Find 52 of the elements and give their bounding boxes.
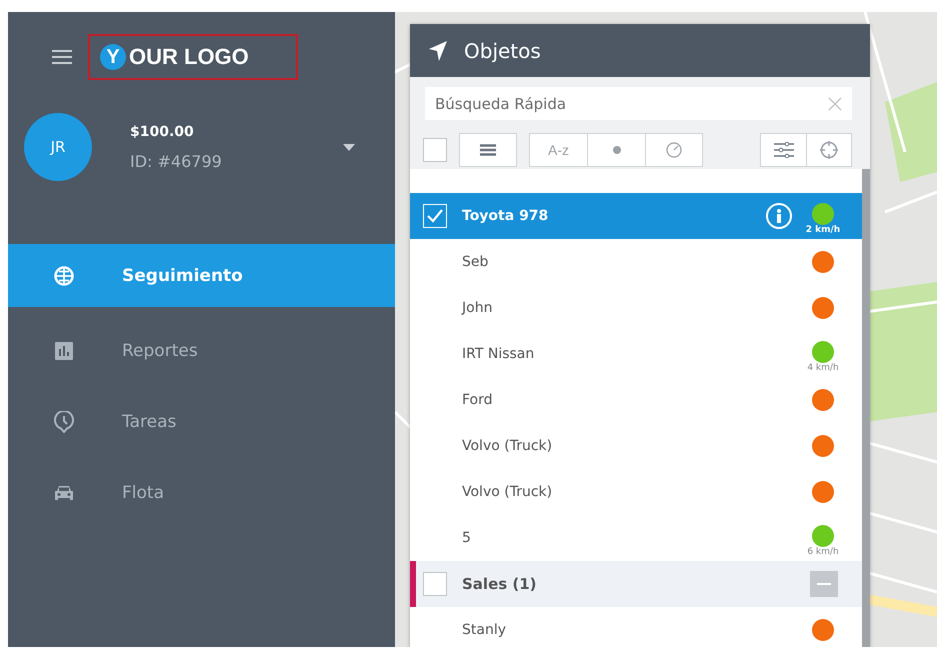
group-checkbox[interactable]: [423, 572, 447, 596]
object-row[interactable]: 5 6 km/h: [410, 515, 862, 561]
select-all-checkbox[interactable]: [423, 138, 447, 162]
account-balance: $100.00: [130, 124, 195, 140]
object-row[interactable]: IRT Nissan 4 km/h: [410, 331, 862, 377]
object-name: Seb: [462, 254, 490, 270]
speed-label: 2 km/h: [806, 225, 840, 235]
object-name: Volvo (Truck): [462, 438, 554, 454]
close-icon[interactable]: [828, 97, 842, 111]
object-name: Stanly: [462, 622, 508, 638]
logo[interactable]: Y OUR LOGO: [88, 34, 298, 80]
list-icon: [480, 144, 496, 156]
dot-icon: [612, 146, 620, 154]
info-icon: [776, 209, 782, 223]
group-row[interactable]: Sales (1): [410, 561, 862, 607]
object-row[interactable]: Volvo (Truck): [410, 469, 862, 515]
speed-label: 4 km/h: [807, 363, 839, 373]
crosshair-icon: [820, 141, 838, 159]
car-icon: [54, 484, 74, 502]
object-name: John: [462, 300, 494, 316]
group-name: Sales (1): [462, 575, 538, 593]
clock-pin-icon: [54, 411, 74, 433]
bar-chart-icon: [54, 341, 74, 361]
globe-icon: [54, 266, 74, 286]
status-filter-button[interactable]: [587, 133, 645, 167]
object-name: IRT Nissan: [462, 346, 536, 362]
account-id: ID: #46799: [130, 152, 222, 170]
object-name: 5: [462, 530, 472, 546]
minus-icon: [817, 583, 831, 585]
collapse-button[interactable]: [810, 571, 838, 597]
menu-icon[interactable]: [52, 50, 72, 64]
object-row[interactable]: Volvo (Truck): [410, 423, 862, 469]
caret-icon[interactable]: [343, 144, 355, 150]
object-row[interactable]: Ford: [410, 377, 862, 423]
object-name: Toyota 978: [462, 208, 550, 224]
info-button[interactable]: [766, 203, 792, 229]
speed-label: 6 km/h: [807, 547, 839, 557]
settings-button[interactable]: [760, 133, 806, 167]
locate-button[interactable]: [806, 133, 852, 167]
gauge-icon: [666, 142, 682, 158]
object-name: Volvo (Truck): [462, 484, 554, 500]
panel-title: Objetos: [464, 38, 541, 62]
list-view-button[interactable]: [459, 133, 517, 167]
navigation-arrow-icon: [428, 40, 448, 62]
object-name: Ford: [462, 392, 494, 408]
object-row[interactable]: John: [410, 285, 862, 331]
speed-filter-button[interactable]: [645, 133, 703, 167]
object-checkbox[interactable]: [423, 204, 447, 228]
search-field[interactable]: Búsqueda Rápida: [425, 87, 852, 120]
object-row[interactable]: Stanly: [410, 607, 862, 647]
object-row[interactable]: Seb: [410, 239, 862, 285]
sliders-icon: [774, 142, 794, 158]
